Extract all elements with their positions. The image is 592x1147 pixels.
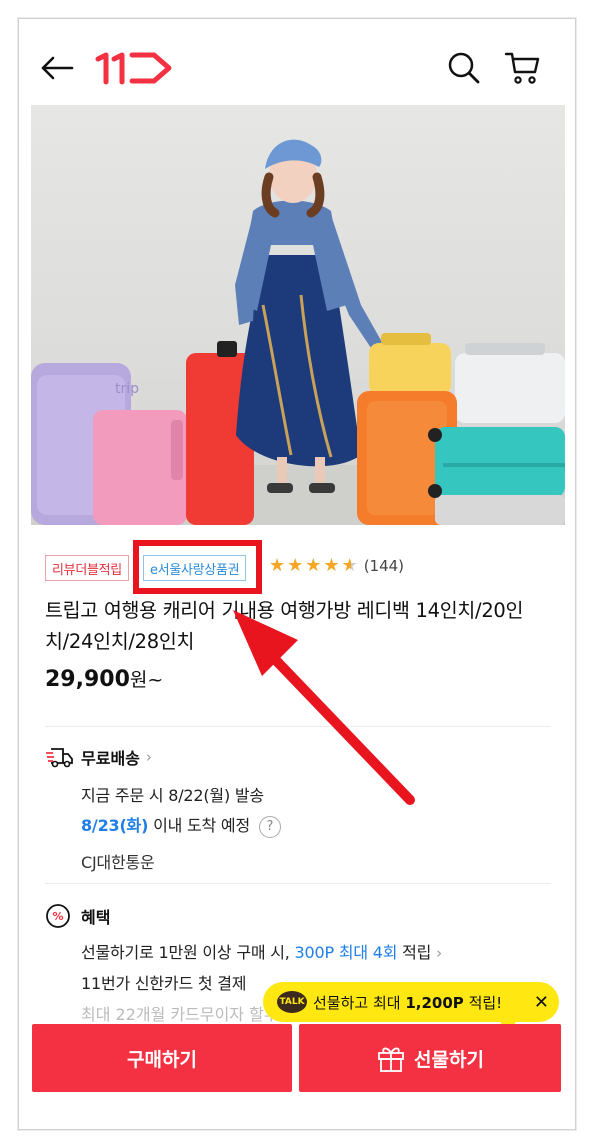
logo-icon	[95, 52, 172, 85]
arrival-text: 이내 도착 예정	[148, 816, 250, 835]
star-icon: ★	[305, 555, 322, 576]
review-double-points-badge: 리뷰더블적립	[45, 555, 129, 581]
benefits-title: 혜택	[81, 908, 111, 927]
star-icon: ★	[287, 555, 304, 576]
benefit-line1-prefix: 선물하기로 1만원 이상 구매 시,	[81, 943, 295, 962]
trip-brand-text: trip	[115, 381, 139, 397]
close-icon[interactable]: ✕	[534, 992, 549, 1013]
tooltip-suffix: 적립!	[463, 993, 503, 1012]
app-header	[31, 31, 565, 105]
installment-benefit: 최대 22개월 카드무이자 할부	[81, 1005, 279, 1024]
free-shipping-title: 무료배송	[81, 749, 140, 768]
svg-text:%: %	[52, 910, 63, 923]
gift-points-benefit[interactable]: 선물하기로 1만원 이상 구매 시, 300P 최대 4회 적립 ›	[81, 939, 442, 963]
gift-button-label: 선물하기	[414, 1048, 484, 1071]
annotation-highlight-box	[133, 540, 262, 594]
search-icon	[448, 52, 480, 84]
half-star-icon: ★	[341, 555, 358, 576]
arrow-left-icon	[41, 56, 74, 80]
product-title: 트립고 여행용 캐리어 기내용 여행가방 레디백 14인치/20인치/24인치/…	[45, 599, 524, 653]
benefit-line1-highlight: 300P 최대 4회	[294, 943, 398, 962]
divider	[45, 883, 551, 884]
review-count: (144)	[363, 557, 405, 575]
product-photo: trip	[31, 139, 565, 525]
percent-icon: %	[45, 903, 71, 933]
cart-button[interactable]	[501, 31, 545, 105]
cart-icon	[504, 52, 540, 84]
chevron-right-icon: ›	[145, 748, 152, 766]
buy-button[interactable]: 구매하기	[32, 1024, 292, 1092]
card-benefit: 11번가 신한카드 첫 결제	[81, 974, 247, 993]
carrier-name: CJ대한통운	[81, 853, 155, 872]
delivery-truck-icon	[45, 745, 73, 773]
star-icon: ★	[323, 555, 340, 576]
gift-button[interactable]: 선물하기	[299, 1024, 561, 1092]
talk-tooltip-text: 선물하고 최대 1,200P 적립!	[313, 992, 502, 1013]
arrival-info: 8/23(화) 이내 도착 예정 ?	[81, 812, 281, 838]
star-icon: ★	[269, 555, 286, 576]
divider	[45, 726, 551, 727]
benefit-line1-suffix: 적립	[397, 943, 432, 962]
product-image-carousel[interactable]: trip	[31, 105, 565, 525]
phone-frame: trip 리뷰더블적립 e서울사랑상품권 ★ ★ ★ ★ ★ (144) 트립고…	[18, 18, 576, 1130]
buy-button-label: 구매하기	[127, 1048, 197, 1071]
dispatch-info: 지금 주문 시 8/22(월) 발송	[81, 786, 264, 805]
free-shipping-link[interactable]: 무료배송 ›	[81, 745, 152, 769]
screen: trip 리뷰더블적립 e서울사랑상품권 ★ ★ ★ ★ ★ (144) 트립고…	[31, 31, 565, 1119]
back-button[interactable]	[37, 31, 77, 105]
kakao-talk-icon: TALK	[277, 991, 307, 1013]
talk-gift-tooltip[interactable]: TALK 선물하고 최대 1,200P 적립! ✕	[263, 982, 559, 1031]
price-value: 29,900	[45, 667, 130, 692]
product-price: 29,900원~	[45, 665, 163, 692]
search-button[interactable]	[443, 31, 485, 105]
tooltip-prefix: 선물하고 최대	[313, 993, 406, 1012]
11st-logo[interactable]	[93, 31, 175, 105]
chevron-right-icon: ›	[436, 944, 442, 962]
bottom-action-bar: 구매하기 선물하기	[31, 1024, 565, 1119]
tooltip-points: 1,200P	[405, 993, 464, 1012]
price-suffix: 원~	[129, 669, 164, 691]
product-rating[interactable]: ★ ★ ★ ★ ★ (144)	[269, 555, 405, 576]
arrival-date: 8/23(화)	[81, 816, 149, 835]
help-icon[interactable]: ?	[258, 815, 281, 838]
gift-icon	[378, 1047, 404, 1072]
